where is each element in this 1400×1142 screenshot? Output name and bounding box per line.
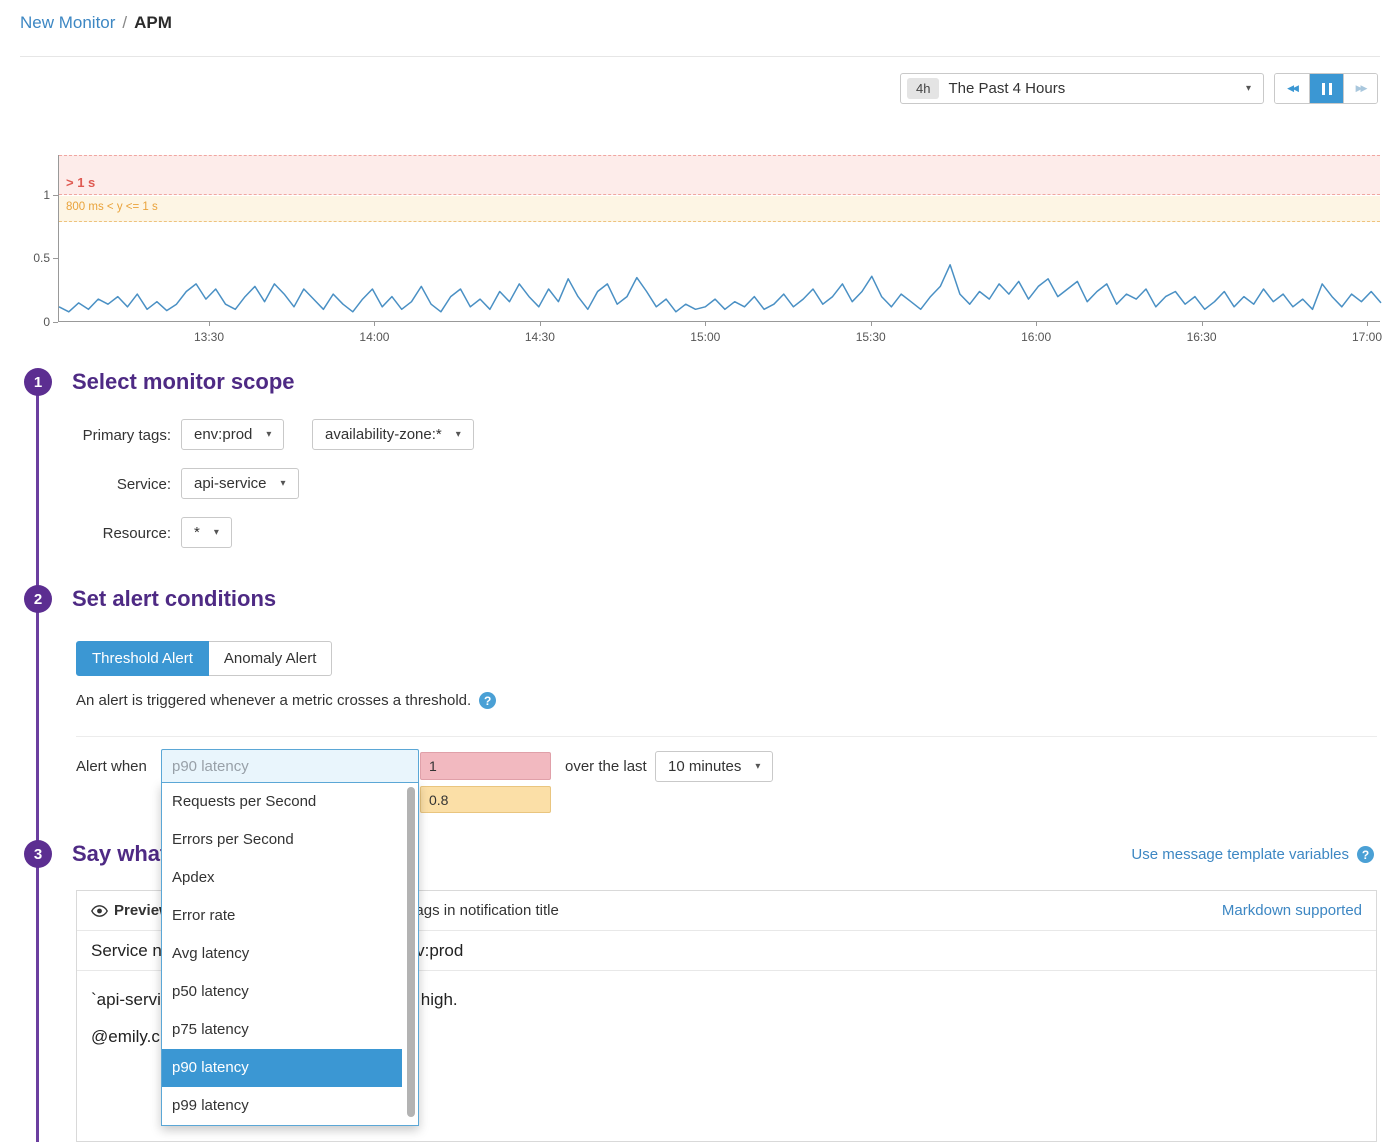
primary-tag-2-value: availability-zone:*: [325, 426, 442, 443]
help-icon[interactable]: ?: [479, 692, 496, 709]
resource-dropdown[interactable]: * ▾: [181, 517, 232, 548]
metric-search-input[interactable]: [161, 749, 419, 783]
service-dropdown[interactable]: api-service ▾: [181, 468, 299, 499]
latency-chart: > 1 s 800 ms < y <= 1 s 13:3014:0014:301…: [58, 155, 1380, 322]
metric-option[interactable]: p75 latency: [162, 1011, 402, 1049]
threshold-help-text: An alert is triggered whenever a metric …: [76, 692, 496, 709]
metric-options-listbox: Requests per SecondErrors per SecondApde…: [161, 783, 419, 1126]
breadcrumb: New Monitor / APM: [20, 13, 172, 33]
step-connector-line: [36, 382, 39, 1142]
service-label: Service:: [20, 476, 171, 493]
x-axis-tick: [705, 322, 706, 326]
step-1-badge: 1: [24, 368, 52, 396]
fast-forward-button[interactable]: ▶▶: [1343, 74, 1377, 103]
step-2-title: Set alert conditions: [72, 586, 276, 612]
y-axis-label: 0: [18, 315, 50, 329]
primary-tag-dropdown-2[interactable]: availability-zone:* ▾: [312, 419, 474, 450]
x-axis-label: 15:00: [690, 330, 720, 344]
template-variables-row: Use message template variables ?: [1131, 846, 1374, 863]
x-axis-label: 16:30: [1187, 330, 1217, 344]
resource-label: Resource:: [20, 525, 171, 542]
metric-option[interactable]: p99 latency: [162, 1087, 402, 1125]
rewind-icon: ◀◀: [1287, 83, 1297, 94]
step-3-badge: 3: [24, 840, 52, 868]
warning-threshold-input[interactable]: [420, 786, 551, 813]
scrollbar-thumb[interactable]: [407, 787, 415, 1117]
pause-icon: [1322, 83, 1325, 95]
chevron-down-icon: ▾: [266, 429, 271, 440]
markdown-supported-link[interactable]: Markdown supported: [1222, 902, 1362, 919]
x-axis-label: 15:30: [856, 330, 886, 344]
tab-threshold-alert[interactable]: Threshold Alert: [76, 641, 209, 676]
y-axis-tick: [53, 322, 58, 323]
alert-row-divider: [76, 736, 1377, 737]
header-divider: [20, 56, 1380, 57]
metric-option[interactable]: p90 latency: [162, 1049, 402, 1087]
resource-value: *: [194, 524, 200, 541]
chevron-down-icon: ▾: [456, 429, 461, 440]
metric-option[interactable]: p50 latency: [162, 973, 402, 1011]
fast-forward-icon: ▶▶: [1356, 83, 1366, 94]
metric-option[interactable]: Requests per Second: [162, 783, 402, 821]
primary-tag-1-value: env:prod: [194, 426, 252, 443]
chevron-down-icon: ▾: [755, 761, 760, 772]
x-axis-label: 13:30: [194, 330, 224, 344]
primary-tag-dropdown-1[interactable]: env:prod ▾: [181, 419, 284, 450]
time-range-label: The Past 4 Hours: [948, 80, 1237, 97]
x-axis-tick: [871, 322, 872, 326]
help-icon[interactable]: ?: [1357, 846, 1374, 863]
step-1-title: Select monitor scope: [72, 369, 295, 395]
metric-option[interactable]: Errors per Second: [162, 821, 402, 859]
breadcrumb-current-apm: APM: [134, 13, 172, 32]
latency-line-series: [59, 155, 1381, 322]
template-variables-link[interactable]: Use message template variables: [1131, 846, 1349, 863]
x-axis-label: 17:00: [1352, 330, 1382, 344]
time-scrub-buttons: ◀◀ ▶▶: [1274, 73, 1378, 104]
alert-when-label: Alert when: [76, 758, 147, 775]
time-window-value: 10 minutes: [668, 758, 741, 775]
x-axis-label: 14:30: [525, 330, 555, 344]
breadcrumb-separator: /: [122, 13, 127, 32]
alert-threshold-input[interactable]: [420, 752, 551, 780]
chevron-down-icon: ▾: [1246, 83, 1251, 94]
over-the-last-label: over the last: [565, 758, 647, 775]
x-axis-label: 14:00: [359, 330, 389, 344]
rewind-button[interactable]: ◀◀: [1275, 74, 1309, 103]
time-range-select[interactable]: 4h The Past 4 Hours ▾: [900, 73, 1264, 104]
metric-option[interactable]: Error rate: [162, 897, 402, 935]
alert-type-tabs: Threshold Alert Anomaly Alert: [76, 641, 332, 676]
primary-tags-label: Primary tags:: [20, 427, 171, 444]
x-axis-tick: [540, 322, 541, 326]
chevron-down-icon: ▾: [214, 527, 219, 538]
time-range-badge: 4h: [907, 78, 939, 99]
x-axis-tick: [1367, 322, 1368, 326]
y-axis-label: 0.5: [18, 251, 50, 265]
apm-monitor-page: New Monitor / APM 4h The Past 4 Hours ▾ ◀◀…: [0, 0, 1400, 1142]
step-2-badge: 2: [24, 585, 52, 613]
x-axis-label: 16:00: [1021, 330, 1051, 344]
x-axis-tick: [1036, 322, 1037, 326]
x-axis-tick: [209, 322, 210, 326]
y-axis-label: 1: [18, 188, 50, 202]
chevron-down-icon: ▾: [281, 478, 286, 489]
service-value: api-service: [194, 475, 267, 492]
metric-option[interactable]: Avg latency: [162, 935, 402, 973]
time-window-dropdown[interactable]: 10 minutes ▾: [655, 751, 773, 782]
preview-eye-icon: [91, 905, 108, 917]
breadcrumb-link-new-monitor[interactable]: New Monitor: [20, 13, 115, 32]
metric-option[interactable]: Apdex: [162, 859, 402, 897]
x-axis-tick: [1202, 322, 1203, 326]
tab-anomaly-alert[interactable]: Anomaly Alert: [209, 641, 333, 676]
x-axis-tick: [374, 322, 375, 326]
pause-button[interactable]: [1309, 74, 1343, 103]
